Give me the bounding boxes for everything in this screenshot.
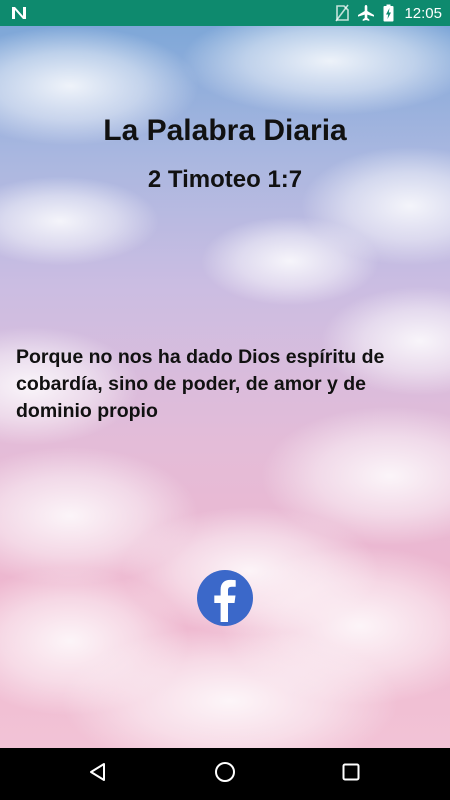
home-icon — [213, 760, 237, 789]
app-title: La Palabra Diaria — [103, 114, 347, 147]
back-button[interactable] — [68, 748, 128, 800]
recents-button[interactable] — [321, 748, 381, 800]
recents-icon — [340, 761, 362, 788]
status-clock: 12:05 — [404, 4, 442, 22]
battery-charging-icon — [383, 4, 394, 22]
facebook-icon — [197, 570, 253, 626]
back-icon — [87, 761, 109, 788]
status-bar: 12:05 — [0, 0, 450, 26]
sim-off-icon — [335, 4, 350, 22]
app-screen: 12:05 La Palabra Diaria 2 Timoteo 1:7 Po… — [0, 0, 450, 800]
verse-reference: 2 Timoteo 1:7 — [147, 166, 303, 193]
status-icons: 12:05 — [335, 0, 442, 26]
home-button[interactable] — [195, 748, 255, 800]
facebook-share-button[interactable] — [197, 570, 253, 626]
n-app-icon — [10, 4, 28, 22]
navigation-bar — [0, 748, 450, 800]
verse-text: Porque no nos ha dado Dios espíritu de c… — [16, 346, 385, 422]
airplane-mode-icon — [357, 4, 375, 22]
